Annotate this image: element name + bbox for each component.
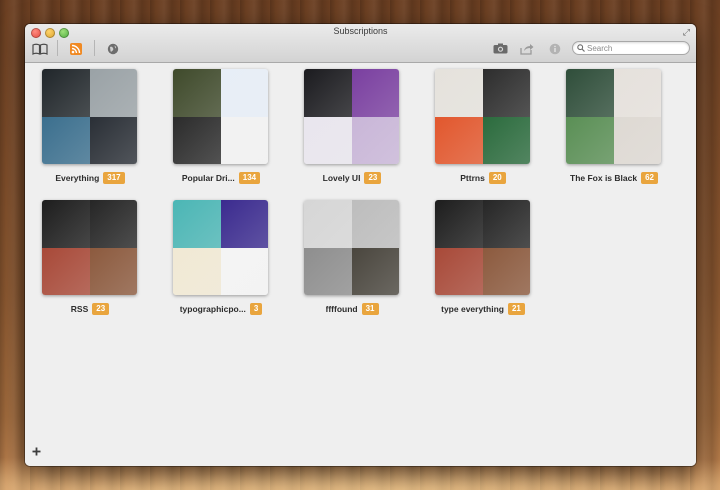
unread-count-badge: 31 bbox=[361, 303, 379, 315]
subscription-thumbnail bbox=[435, 200, 530, 295]
thumbnail-image bbox=[42, 116, 90, 164]
thumbnail-image bbox=[482, 247, 530, 295]
thumbnail-image bbox=[220, 116, 268, 164]
book-icon[interactable] bbox=[31, 41, 49, 56]
globe-icon[interactable] bbox=[106, 41, 120, 56]
subscription-tile[interactable]: Lovely UI 23 bbox=[287, 63, 417, 184]
subscription-thumbnail bbox=[566, 69, 661, 164]
thumbnail-image bbox=[89, 200, 137, 248]
subscription-tile[interactable]: Popular Dri... 134 bbox=[156, 63, 286, 184]
share-icon[interactable] bbox=[519, 41, 535, 56]
subscription-tile[interactable]: Everything 317 bbox=[25, 63, 155, 184]
thumbnail-image bbox=[351, 116, 399, 164]
thumbnail-image bbox=[42, 200, 90, 248]
thumbnail-image bbox=[89, 116, 137, 164]
plus-icon bbox=[32, 447, 41, 456]
thumbnail-image bbox=[304, 200, 352, 248]
subscription-name: typographicpo... bbox=[179, 304, 246, 314]
subscription-thumbnail bbox=[173, 69, 268, 164]
subscription-thumbnail bbox=[304, 200, 399, 295]
toolbar-divider bbox=[57, 40, 58, 56]
subscription-name: type everything bbox=[441, 304, 504, 314]
window-title: Subscriptions bbox=[333, 26, 388, 36]
thumbnail-image bbox=[435, 116, 483, 164]
fullscreen-icon[interactable]: ⤢ bbox=[683, 27, 690, 38]
subscription-name: Pttrns bbox=[460, 173, 485, 183]
subscription-tile[interactable]: type everything 21 bbox=[418, 194, 548, 315]
search-field[interactable] bbox=[572, 41, 690, 55]
thumbnail-image bbox=[173, 116, 221, 164]
thumbnail-image bbox=[89, 69, 137, 117]
thumbnail-image bbox=[89, 247, 137, 295]
subscription-thumbnail bbox=[173, 200, 268, 295]
thumbnail-image bbox=[613, 116, 661, 164]
subscription-name: RSS bbox=[70, 304, 89, 314]
subscription-tile[interactable]: Pttrns 20 bbox=[418, 63, 548, 184]
unread-count-badge: 21 bbox=[507, 303, 525, 315]
thumbnail-image bbox=[566, 116, 614, 164]
thumbnail-image bbox=[566, 69, 614, 117]
thumbnail-image bbox=[482, 116, 530, 164]
unread-count-badge: 317 bbox=[103, 172, 125, 184]
thumbnail-image bbox=[351, 200, 399, 248]
thumbnail-image bbox=[435, 69, 483, 117]
add-subscription-button[interactable] bbox=[32, 443, 41, 461]
thumbnail-image bbox=[304, 247, 352, 295]
thumbnail-image bbox=[173, 247, 221, 295]
subscriptions-grid: Everything 317 Popular Dri... 134 Lovely… bbox=[25, 63, 696, 466]
subscription-tile[interactable]: The Fox is Black 62 bbox=[549, 63, 679, 184]
rss-icon[interactable] bbox=[69, 41, 83, 56]
thumbnail-image bbox=[42, 69, 90, 117]
unread-count-badge: 3 bbox=[249, 303, 263, 315]
camera-icon[interactable] bbox=[492, 41, 508, 56]
thumbnail-image bbox=[304, 116, 352, 164]
unread-count-badge: 20 bbox=[488, 172, 506, 184]
thumbnail-image bbox=[42, 247, 90, 295]
subscription-tile[interactable]: ffffound 31 bbox=[287, 194, 417, 315]
subscription-tile[interactable]: RSS 23 bbox=[25, 194, 155, 315]
unread-count-badge: 23 bbox=[364, 172, 382, 184]
thumbnail-image bbox=[482, 69, 530, 117]
subscription-name: Everything bbox=[55, 173, 100, 183]
thumbnail-image bbox=[173, 69, 221, 117]
thumbnail-image bbox=[220, 247, 268, 295]
thumbnail-image bbox=[351, 247, 399, 295]
thumbnail-image bbox=[482, 200, 530, 248]
thumbnail-image bbox=[435, 200, 483, 248]
subscription-thumbnail bbox=[42, 69, 137, 164]
subscription-name: Lovely UI bbox=[322, 173, 361, 183]
unread-count-badge: 62 bbox=[641, 172, 658, 184]
info-icon[interactable] bbox=[548, 41, 562, 56]
thumbnail-image bbox=[351, 69, 399, 117]
unread-count-badge: 134 bbox=[238, 172, 261, 184]
thumbnail-image bbox=[220, 200, 268, 248]
titlebar: Subscriptions ⤢ bbox=[25, 24, 696, 63]
subscription-name: Popular Dri... bbox=[181, 173, 235, 183]
thumbnail-image bbox=[613, 69, 661, 117]
thumbnail-image bbox=[435, 247, 483, 295]
subscription-thumbnail bbox=[304, 69, 399, 164]
toolbar-divider bbox=[94, 40, 95, 56]
subscription-name: ffffound bbox=[325, 304, 358, 314]
thumbnail-image bbox=[220, 69, 268, 117]
search-input[interactable] bbox=[587, 42, 687, 54]
thumbnail-image bbox=[304, 69, 352, 117]
app-window: Subscriptions ⤢ Search Everything 317 Po… bbox=[25, 24, 696, 466]
subscription-name: The Fox is Black bbox=[570, 173, 638, 183]
subscription-tile[interactable]: typographicpo... 3 bbox=[156, 194, 286, 315]
subscription-thumbnail bbox=[42, 200, 137, 295]
unread-count-badge: 23 bbox=[92, 303, 110, 315]
subscription-thumbnail bbox=[435, 69, 530, 164]
thumbnail-image bbox=[173, 200, 221, 248]
search-icon bbox=[577, 44, 585, 52]
